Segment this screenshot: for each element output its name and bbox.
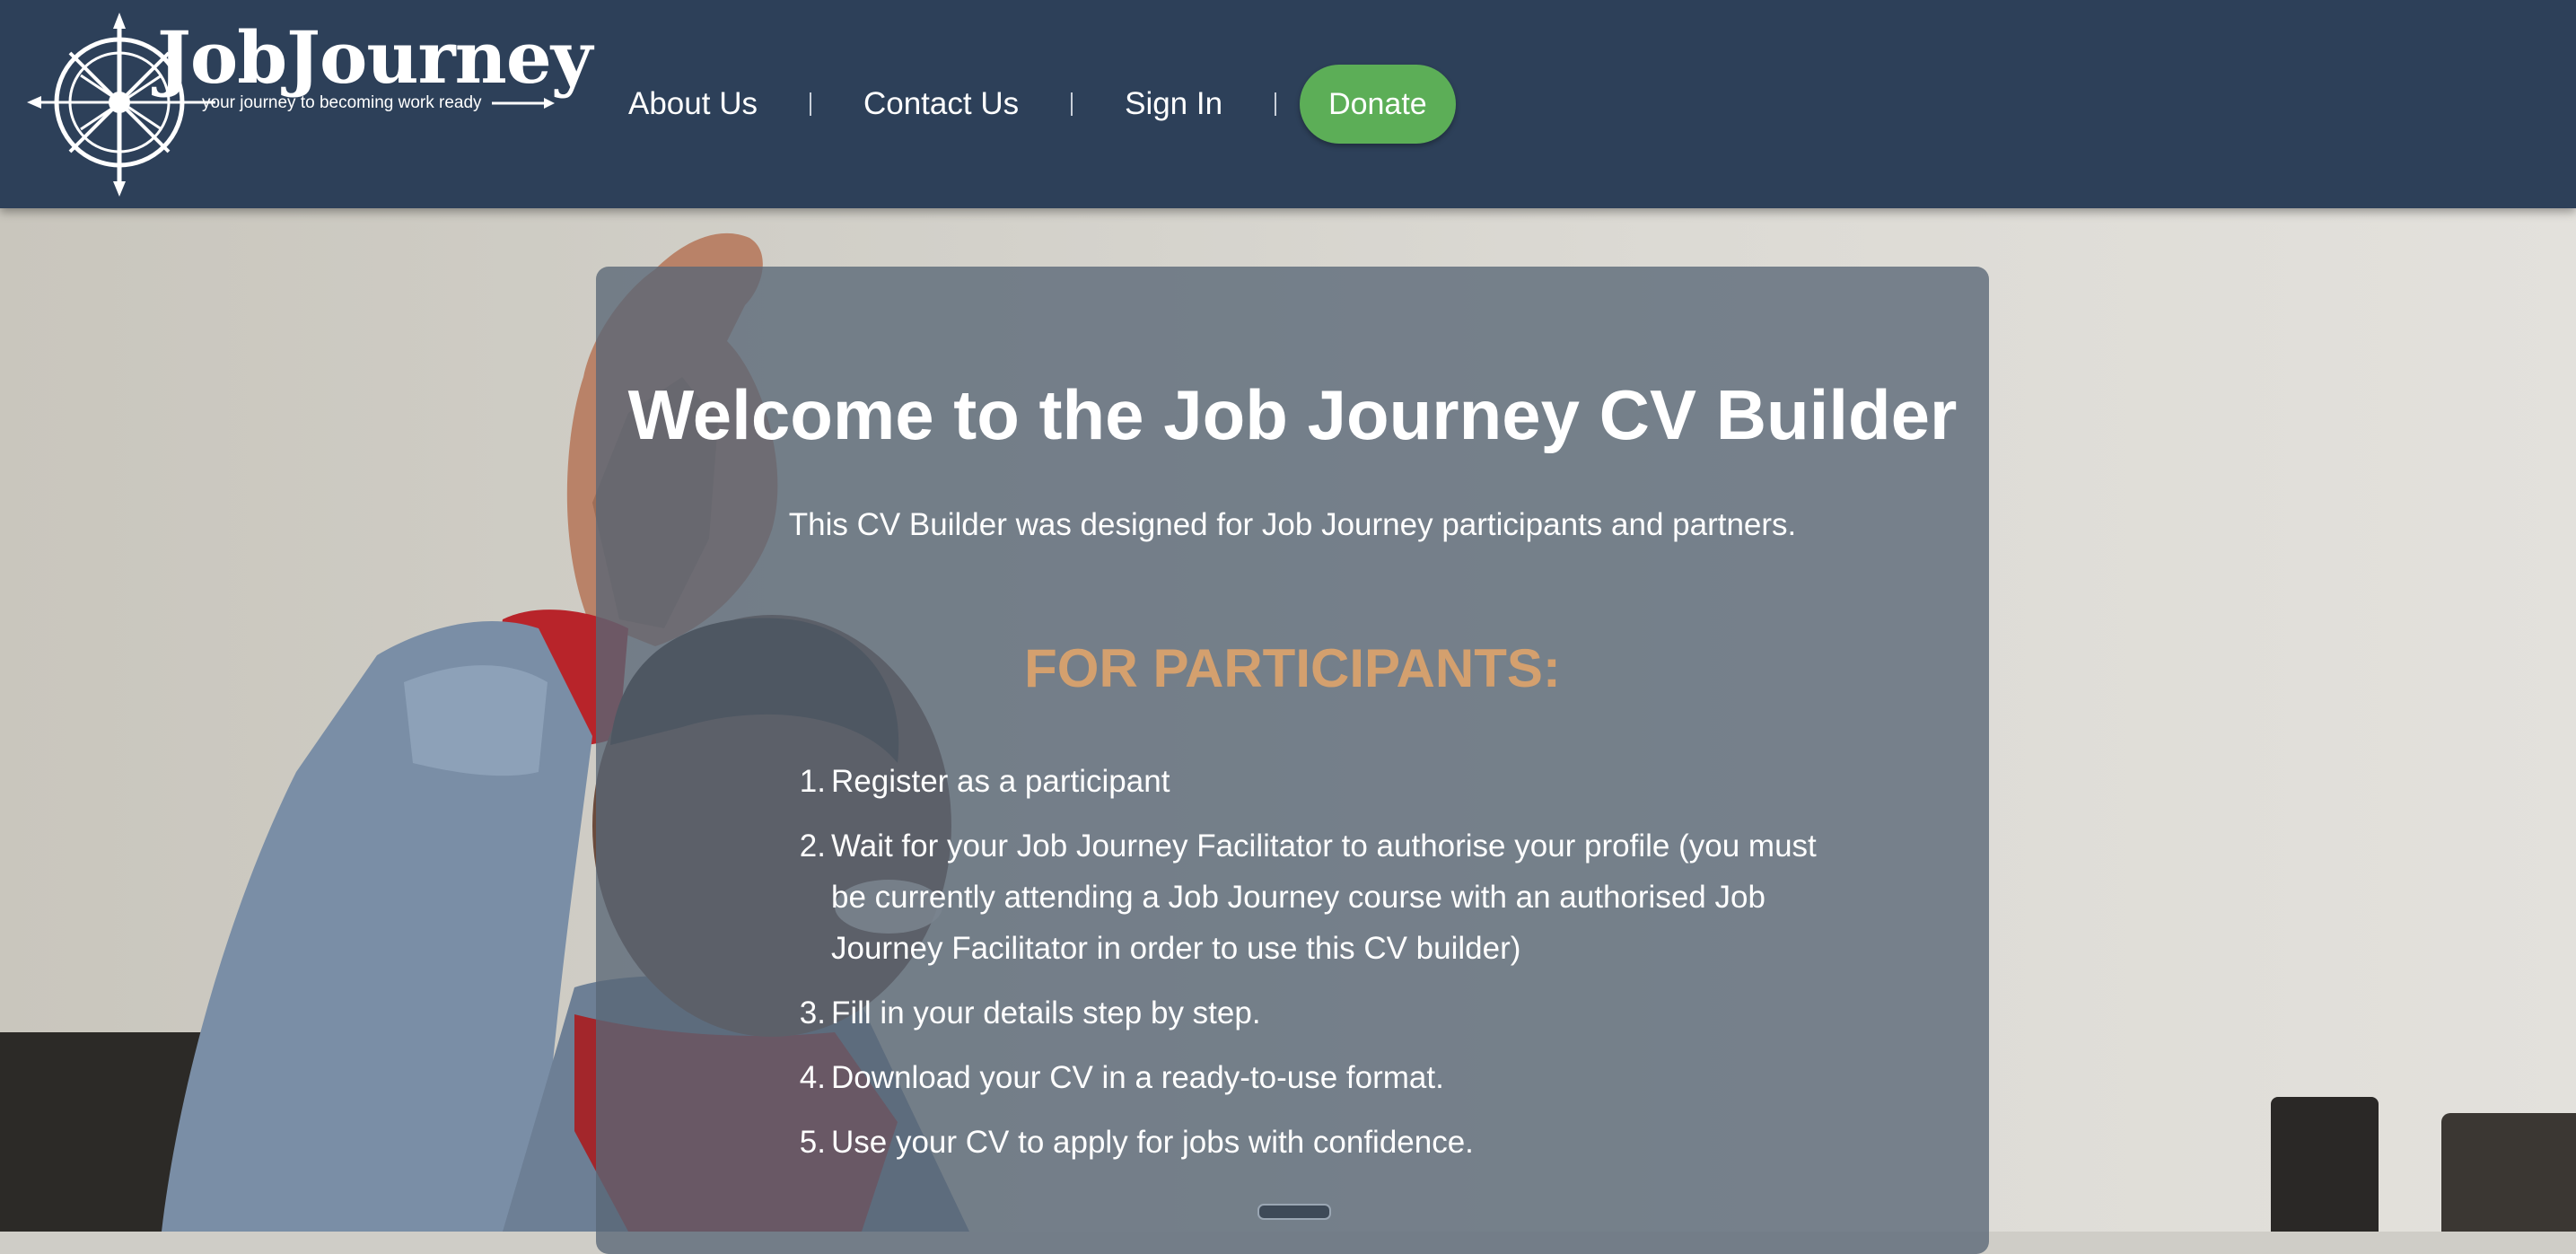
site-logo[interactable]: JobJourney your journey to becoming work… bbox=[27, 13, 592, 197]
welcome-subtitle: This CV Builder was designed for Job Jou… bbox=[788, 507, 1797, 542]
site-header: JobJourney your journey to becoming work… bbox=[0, 0, 2576, 208]
logo-tagline-text: your journey to becoming work ready bbox=[202, 93, 482, 112]
tagline-arrow-icon bbox=[491, 97, 555, 109]
list-item: 1. Register as a participant bbox=[790, 756, 1840, 807]
nav-sign-in[interactable]: Sign In bbox=[1125, 86, 1222, 122]
main-nav: About Us Contact Us Sign In Donate bbox=[628, 65, 1456, 144]
section-title-participants: FOR PARTICIPANTS: bbox=[1024, 638, 1561, 698]
step-number: 2. bbox=[799, 829, 826, 864]
list-item: 4. Download your CV in a ready-to-use fo… bbox=[790, 1052, 1840, 1103]
list-item: 2. Wait for your Job Journey Facilitator… bbox=[790, 820, 1840, 974]
background-chair-2 bbox=[2441, 1113, 2576, 1232]
nav-divider bbox=[1275, 92, 1277, 116]
step-text: Register as a participant bbox=[831, 764, 1170, 799]
background-chair bbox=[2271, 1097, 2379, 1232]
logo-name: JobJourney bbox=[157, 15, 592, 100]
donate-button[interactable]: Donate bbox=[1300, 65, 1456, 144]
scroll-handle[interactable] bbox=[1257, 1204, 1331, 1220]
page-title: Welcome to the Job Journey CV Builder bbox=[627, 375, 1958, 454]
welcome-card: Welcome to the Job Journey CV Builder Th… bbox=[596, 267, 1989, 1254]
nav-about-us[interactable]: About Us bbox=[628, 86, 758, 122]
participant-steps-list: 1. Register as a participant 2. Wait for… bbox=[790, 756, 1840, 1181]
list-item: 5. Use your CV to apply for jobs with co… bbox=[790, 1117, 1840, 1168]
nav-divider bbox=[1071, 92, 1073, 116]
list-item: 3. Fill in your details step by step. bbox=[790, 987, 1840, 1039]
step-number: 5. bbox=[799, 1125, 826, 1160]
step-text: Use your CV to apply for jobs with confi… bbox=[831, 1125, 1474, 1160]
step-number: 1. bbox=[799, 764, 826, 799]
nav-contact-us[interactable]: Contact Us bbox=[863, 86, 1019, 122]
step-text: Fill in your details step by step. bbox=[831, 995, 1261, 1030]
step-text: Download your CV in a ready-to-use forma… bbox=[831, 1060, 1444, 1095]
step-number: 4. bbox=[799, 1060, 826, 1095]
step-number: 3. bbox=[799, 995, 826, 1030]
nav-divider bbox=[809, 92, 811, 116]
step-text: Wait for your Job Journey Facilitator to… bbox=[831, 829, 1817, 966]
logo-tagline: your journey to becoming work ready bbox=[202, 93, 555, 113]
